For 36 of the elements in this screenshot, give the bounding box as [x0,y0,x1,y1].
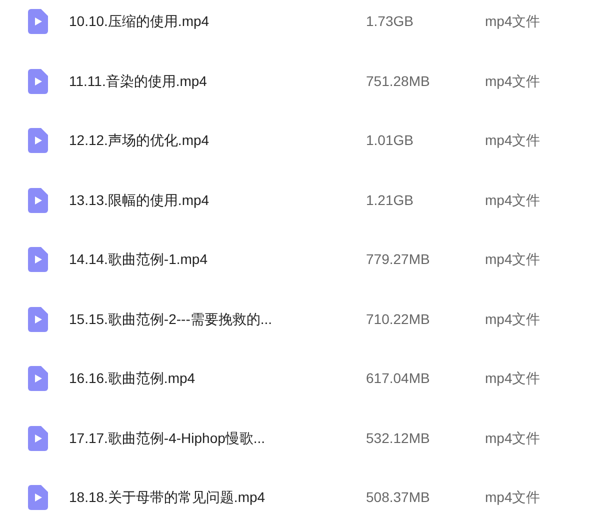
file-name: 14.14.歌曲范例-1.mp4 [69,250,208,270]
file-type: mp4文件 [485,131,540,150]
video-file-icon [28,128,48,154]
file-type: mp4文件 [485,310,540,329]
video-file-icon [28,188,48,213]
file-type: mp4文件 [485,488,540,508]
video-file-icon [28,68,48,94]
video-file-icon [28,426,48,451]
file-size: 1.01GB [366,131,414,150]
video-file-icon [28,485,48,510]
file-type: mp4文件 [485,72,540,91]
file-size: 779.27MB [366,250,431,270]
file-name: 18.18.关于母带的常见问题.mp4 [69,488,266,508]
video-file-icon [28,9,48,34]
file-size: 617.04MB [366,369,431,388]
file-name: 13.13.限幅的使用.mp4 [69,190,210,210]
file-type: mp4文件 [485,428,540,448]
file-name: 11.11.音染的使用.mp4 [69,72,208,91]
file-type: mp4文件 [485,12,540,32]
file-size: 532.12MB [366,428,431,448]
file-type: mp4文件 [485,250,540,270]
video-file-icon [28,247,48,272]
file-type: mp4文件 [485,190,540,210]
file-size: 508.37MB [366,488,431,508]
file-name: 10.10.压缩的使用.mp4 [69,12,210,32]
file-type: mp4文件 [485,369,540,388]
file-name: 15.15.歌曲范例-2---需要挽救的... [69,310,274,329]
video-file-icon [28,366,48,392]
file-name: 17.17.歌曲范例-4-Hiphop慢歌... [69,428,266,448]
file-name: 16.16.歌曲范例.mp4 [69,369,196,388]
file-size: 751.28MB [366,72,431,91]
video-file-icon [28,306,48,332]
file-size: 710.22MB [366,310,431,329]
file-size: 1.21GB [366,190,414,210]
file-name: 12.12.声场的优化.mp4 [69,131,210,150]
file-size: 1.73GB [366,12,414,32]
